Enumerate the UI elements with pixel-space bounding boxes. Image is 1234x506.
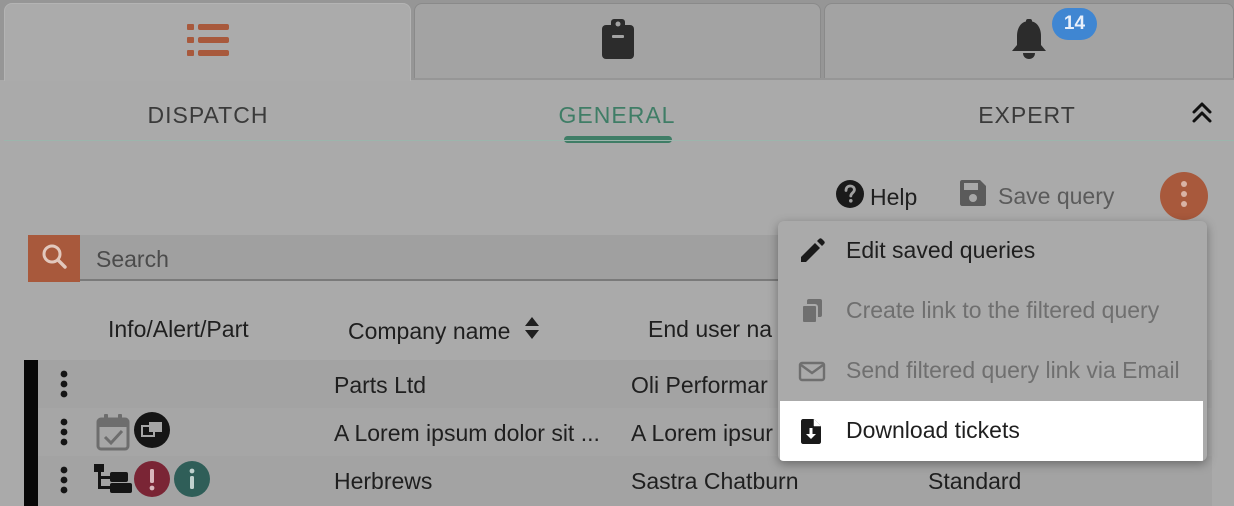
more-options-button[interactable] xyxy=(1160,172,1208,220)
column-header-info[interactable]: Info/Alert/Part xyxy=(108,316,249,343)
company-cell: Parts Ltd xyxy=(334,372,427,398)
icon-tab-clipboard[interactable] xyxy=(414,3,821,78)
multi-window-icon xyxy=(134,412,170,453)
row-actions-button[interactable] xyxy=(54,370,74,400)
help-label: Help xyxy=(870,183,918,210)
column-header-label: Info/Alert/Part xyxy=(108,316,249,342)
column-header-label: End user na xyxy=(648,316,773,342)
save-query-label: Save query xyxy=(998,182,1115,209)
icon-tab-bar: 14 xyxy=(0,0,1234,81)
notification-badge: 14 xyxy=(1052,8,1097,40)
end-user-cell: Sastra Chatburn xyxy=(631,468,799,494)
row-status-edge xyxy=(24,456,38,506)
copy-icon xyxy=(798,297,826,325)
search-icon xyxy=(41,243,67,274)
bell-icon xyxy=(1011,18,1047,64)
options-menu: Edit saved queries Create link to the fi… xyxy=(778,221,1207,461)
alert-icon xyxy=(134,461,170,502)
tab-divider xyxy=(4,140,1234,141)
menu-item-label: Create link to the filtered query xyxy=(846,297,1160,323)
double-chevron-up-icon xyxy=(1190,102,1214,128)
row-status-edge xyxy=(24,408,38,456)
menu-item-label: Send filtered query link via Email xyxy=(846,357,1180,383)
tab-expert[interactable]: EXPERT xyxy=(877,102,1177,129)
save-query-button[interactable]: Save query xyxy=(960,180,1114,212)
tab-general[interactable]: GENERAL xyxy=(467,102,767,129)
vertical-dots-icon xyxy=(54,466,74,500)
company-cell: A Lorem ipsum dolor sit ... xyxy=(334,420,600,446)
company-cell: Herbrews xyxy=(334,468,433,494)
row-actions-button[interactable] xyxy=(54,466,74,496)
icon-tab-list[interactable] xyxy=(4,3,411,81)
menu-item-download-tickets[interactable]: Download tickets xyxy=(780,401,1203,461)
file-download-icon xyxy=(798,417,826,445)
vertical-dots-icon xyxy=(54,418,74,452)
list-icon xyxy=(186,23,229,62)
search-button[interactable] xyxy=(28,235,80,282)
envelope-icon xyxy=(798,357,826,385)
menu-item-label: Download tickets xyxy=(846,417,1020,443)
column-header-label: Company name xyxy=(348,317,511,344)
tab-dispatch[interactable]: DISPATCH xyxy=(58,102,358,129)
column-header-end-user[interactable]: End user na xyxy=(648,316,772,343)
row-status-edge xyxy=(24,360,38,408)
menu-item-send-email[interactable]: Send filtered query link via Email xyxy=(778,341,1207,401)
menu-item-label: Edit saved queries xyxy=(846,237,1036,263)
end-user-cell: A Lorem ipsur xyxy=(631,420,773,446)
sort-icon[interactable] xyxy=(524,316,540,346)
menu-item-create-link[interactable]: Create link to the filtered query xyxy=(778,281,1207,341)
pencil-icon xyxy=(798,237,826,265)
column-header-company[interactable]: Company name xyxy=(348,316,540,346)
collapse-button[interactable] xyxy=(1190,100,1216,126)
hierarchy-icon xyxy=(94,464,132,499)
type-cell: Standard xyxy=(928,468,1022,494)
clipboard-icon xyxy=(601,18,634,64)
end-user-cell: Oli Performar xyxy=(631,372,768,398)
vertical-dots-icon xyxy=(1180,180,1188,213)
row-actions-button[interactable] xyxy=(54,418,74,448)
calendar-check-icon xyxy=(96,413,130,456)
icon-tab-notifications[interactable]: 14 xyxy=(824,3,1234,78)
help-button[interactable]: Help xyxy=(836,180,917,214)
info-icon xyxy=(174,461,210,502)
help-icon xyxy=(836,180,864,214)
menu-item-edit-saved-queries[interactable]: Edit saved queries xyxy=(778,221,1207,281)
vertical-dots-icon xyxy=(54,370,74,404)
main-tab-bar: DISPATCH GENERAL EXPERT xyxy=(0,80,1234,143)
floppy-disk-icon xyxy=(960,180,986,212)
table-row[interactable]: Herbrews Sastra Chatburn Standard xyxy=(24,456,1212,506)
